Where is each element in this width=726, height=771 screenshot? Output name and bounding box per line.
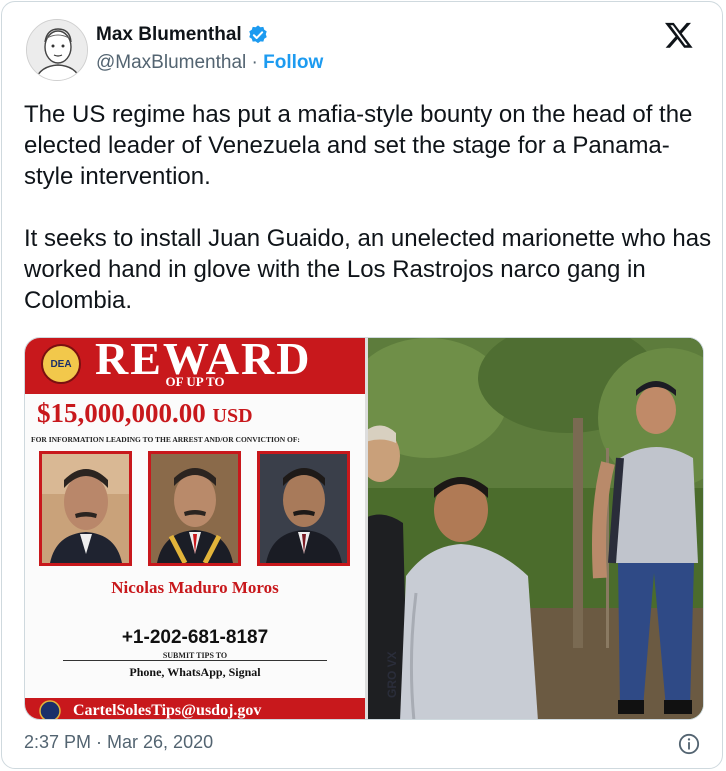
tweet-timestamp[interactable]: 2:37 PM · Mar 26, 2020 [24,732,213,753]
separator-dot: · [251,52,258,73]
poster-email: CartelSolesTips@usdoj.gov [73,702,262,719]
shirt-text: GRO VX [385,651,399,698]
tweet-card: Max Blumenthal @MaxBlumenthal · Follow T… [1,1,723,769]
reward-poster-image[interactable]: DEA REWARD OF UP TO $15,000,000.00 USD F… [25,338,365,719]
info-icon[interactable] [678,733,700,755]
author-name-row: Max Blumenthal [96,24,269,46]
poster-info-line: FOR INFORMATION LEADING TO THE ARREST AN… [31,435,300,444]
poster-subheadline: OF UP TO [165,374,225,389]
poster-currency: USD [212,405,253,427]
follow-button[interactable]: Follow [263,52,323,73]
poster-amount: $15,000,000.00 [37,398,206,428]
portrait-photo [39,451,132,566]
author-handle[interactable]: @MaxBlumenthal [96,52,246,73]
divider [63,660,327,661]
poster-phone: +1-202-681-8187 [121,627,269,648]
verified-badge-icon [248,25,267,44]
doj-seal-icon [39,700,61,719]
portrait-photo [148,451,241,566]
poster-person-name: Nicolas Maduro Moros [111,578,279,597]
jungle-group-photo[interactable]: GRO VX [368,338,703,719]
tweet-text: The US regime has put a mafia-style boun… [24,101,712,314]
poster-amount-line: $15,000,000.00 USD [37,398,253,429]
avatar[interactable] [26,19,88,81]
x-logo-icon[interactable] [664,20,694,50]
poster-submit-label: SUBMIT TIPS TO [162,651,228,660]
tweet-media[interactable]: DEA REWARD OF UP TO $15,000,000.00 USD F… [24,337,704,720]
author-name[interactable]: Max Blumenthal [96,24,242,46]
author-handle-row: @MaxBlumenthal · Follow [96,52,323,74]
poster-channels: Phone, WhatsApp, Signal [129,665,261,679]
portrait-photo [257,451,350,566]
